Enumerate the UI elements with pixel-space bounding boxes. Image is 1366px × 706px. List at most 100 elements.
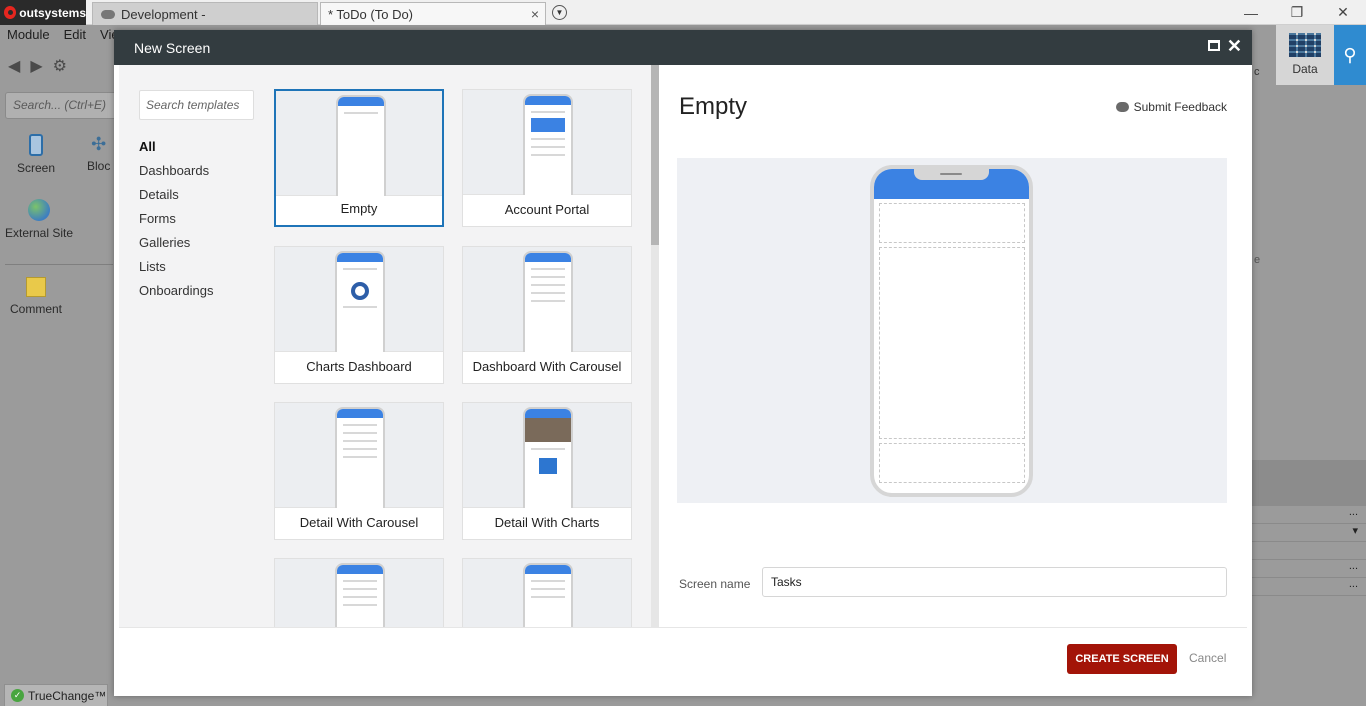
right-properties-header [1250,460,1366,506]
property-row[interactable]: ... [1250,578,1366,596]
phone-preview-icon [523,94,573,195]
note-icon [26,277,46,297]
tab-dropdown-icon[interactable]: ▼ [552,5,567,20]
toolbox-block[interactable]: ✣ Bloc [87,134,110,173]
close-window-icon[interactable]: ✕ [1320,0,1366,25]
right-properties-rows: ... ▾ ... ... [1250,506,1366,706]
gear-icon[interactable]: ⚙ [53,56,67,76]
phone-preview-large [870,165,1033,497]
back-arrow-icon[interactable]: ◀ [8,56,20,76]
template-label: Empty [340,201,378,216]
block-icon: ✣ [91,134,107,154]
environment-tab[interactable]: Development - [92,2,318,25]
template-preview [677,158,1227,503]
phone-preview-icon [335,407,385,508]
property-row[interactable]: ▾ [1250,524,1366,542]
template-card-account-portal[interactable]: Account Portal [462,89,632,227]
template-thumbnail [275,403,443,508]
placeholder-region [879,203,1025,243]
restore-icon[interactable]: ❐ [1274,0,1320,25]
template-label: Charts Dashboard [306,359,412,374]
scrollbar-thumb[interactable] [651,65,659,245]
close-icon[interactable]: ✕ [1227,36,1242,57]
category-forms[interactable]: Forms [139,211,213,235]
category-list: All Dashboards Details Forms Galleries L… [139,139,213,307]
template-browser: Search templates All Dashboards Details … [119,65,651,627]
property-row[interactable]: ... [1250,560,1366,578]
cancel-button[interactable]: Cancel [1189,651,1226,665]
dialog-title: New Screen [134,39,211,56]
template-card-empty[interactable]: Empty [274,89,444,227]
check-icon: ✓ [11,689,24,702]
phone-header-bar [874,169,1029,199]
globe-icon [28,199,51,221]
environment-tab-label: Development - [121,6,206,22]
module-tab-label: * ToDo (To Do) [328,6,414,22]
window-controls: — ❐ ✕ [1228,0,1366,25]
toolbox-search-input[interactable]: Search... (Ctrl+E) [5,92,117,119]
toolbox-external-site-label: External Site [5,226,74,240]
speech-bubble-icon [1115,102,1129,112]
module-tab[interactable]: * ToDo (To Do) × [320,2,546,25]
outsystems-logo-icon [4,6,17,19]
property-row[interactable] [1250,542,1366,560]
partial-tab-label: c [1254,66,1260,78]
submit-feedback-link[interactable]: Submit Feedback [1115,100,1227,114]
template-card-detail-with-charts[interactable]: Detail With Charts [462,402,632,540]
phone-preview-icon [523,563,573,627]
category-dashboards[interactable]: Dashboards [139,163,213,187]
phone-preview-icon [523,251,573,352]
minimize-icon[interactable]: — [1228,0,1274,25]
template-card-dashboard-with-carousel[interactable]: Dashboard With Carousel [462,246,632,384]
template-card[interactable] [274,558,444,627]
phone-icon [29,134,44,156]
outsystems-logo-tab[interactable]: outsystems [0,0,86,25]
template-thumbnail [463,247,631,352]
partial-panel-text: e [1254,254,1261,266]
screen-name-label: Screen name [679,577,751,591]
category-all[interactable]: All [139,139,213,163]
maximize-icon[interactable] [1208,40,1220,51]
logo-text: outsystems [19,5,86,20]
template-thumbnail [275,247,443,352]
close-tab-icon[interactable]: × [531,6,539,22]
category-galleries[interactable]: Galleries [139,235,213,259]
menu-module[interactable]: Module [0,25,57,45]
template-card-detail-with-carousel[interactable]: Detail With Carousel [274,402,444,540]
toolbox-comment[interactable]: Comment [10,277,62,316]
placeholder-region [879,247,1025,439]
category-onboardings[interactable]: Onboardings [139,283,213,307]
template-card[interactable] [462,558,632,627]
truechange-tab[interactable]: ✓ TrueChange™ [4,684,108,706]
toolbox-external-site[interactable]: External Site [5,199,73,240]
template-thumbnail [463,90,631,195]
create-screen-button[interactable]: CREATE SCREEN [1067,644,1177,674]
toolbox-block-label: Bloc [87,159,111,173]
toolbox-screen[interactable]: Screen [17,134,55,175]
menu-edit[interactable]: Edit [57,25,93,45]
phone-preview-icon [336,95,386,196]
template-thumbnail [275,559,443,627]
category-lists[interactable]: Lists [139,259,213,283]
category-details[interactable]: Details [139,187,213,211]
template-scrollbar[interactable] [651,65,659,627]
dialog-title-bar: New Screen ✕ [114,30,1252,65]
template-search-input[interactable]: Search templates [139,90,254,120]
search-icon[interactable]: ⚲ [1334,25,1366,85]
property-row[interactable]: ... [1250,506,1366,524]
truechange-label: TrueChange™ [28,688,107,703]
forward-arrow-icon[interactable]: ▶ [30,56,42,76]
screen-name-input[interactable] [762,567,1227,597]
template-label: Dashboard With Carousel [472,359,622,374]
template-card-charts-dashboard[interactable]: Charts Dashboard [274,246,444,384]
dialog-footer: CREATE SCREEN Cancel [119,627,1247,696]
template-label: Detail With Charts [494,515,600,530]
nav-buttons: ◀ ▶ ⚙ [8,56,67,76]
toolbox-screen-label: Screen [17,161,56,175]
data-tab[interactable]: Data [1276,25,1334,85]
dialog-body: Search templates All Dashboards Details … [119,65,1247,627]
data-grid-icon [1289,33,1321,57]
data-tab-label: Data [1292,62,1318,76]
template-label: Account Portal [504,202,590,217]
phone-notch [914,169,989,180]
